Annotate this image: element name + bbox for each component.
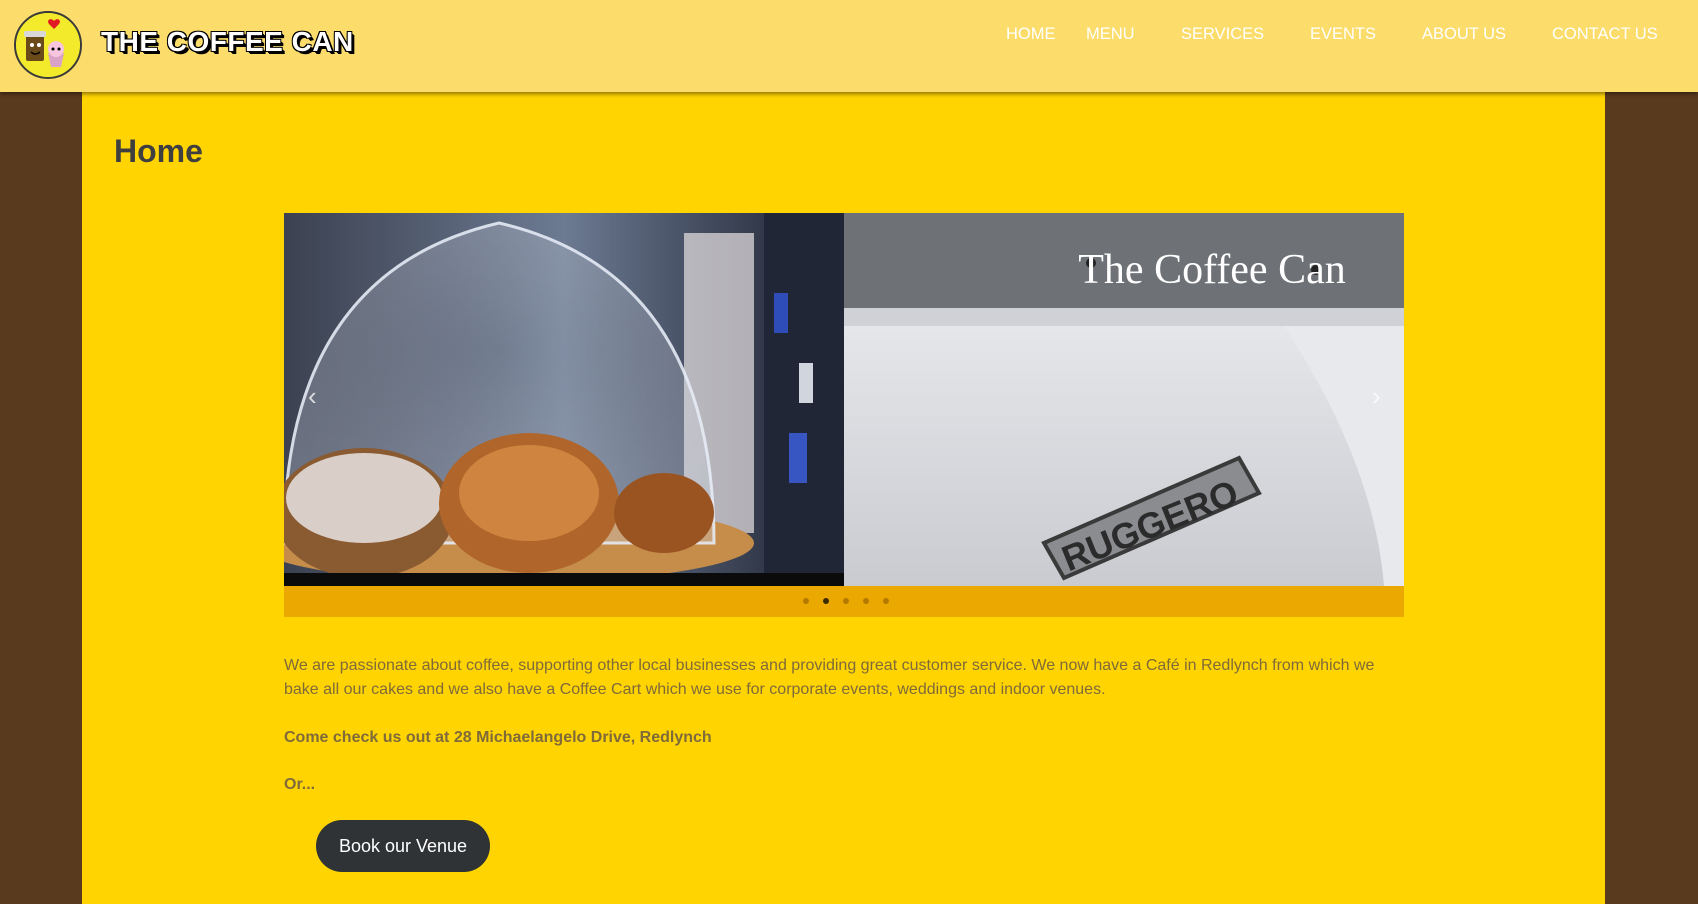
nav-about-us[interactable]: ABOUT US xyxy=(1422,25,1506,44)
carousel-dot-5[interactable] xyxy=(883,598,889,604)
pastries-slide-image xyxy=(284,213,844,586)
site-header: THE COFFEE CAN HOME MENU SERVICES EVENTS… xyxy=(0,0,1698,92)
carousel-dot-1[interactable] xyxy=(803,598,809,604)
image-carousel[interactable]: The Coffee Can RUGGERO ‹ › xyxy=(284,213,1404,586)
coffee-machine-slide-image: The Coffee Can RUGGERO xyxy=(844,213,1404,586)
carousel-next-chevron-icon[interactable]: › xyxy=(1372,383,1381,409)
page-title: Home xyxy=(114,133,203,169)
address-line: Come check us out at 28 Michaelangelo Dr… xyxy=(284,729,712,746)
carousel-dot-4[interactable] xyxy=(863,598,869,604)
or-line: Or... xyxy=(284,776,316,793)
nav-menu[interactable]: MENU xyxy=(1086,25,1135,44)
coffee-can-logo[interactable] xyxy=(14,11,82,79)
nav-home[interactable]: HOME xyxy=(1006,25,1056,44)
nav-contact-us[interactable]: CONTACT US xyxy=(1552,25,1658,44)
content-panel: Home The Coffee Can RUGGERO ‹ › We are p… xyxy=(82,92,1605,904)
carousel-dots xyxy=(284,586,1404,617)
nav-services[interactable]: SERVICES xyxy=(1181,25,1264,44)
carousel-prev-chevron-icon[interactable]: ‹ xyxy=(308,383,317,409)
brand-title[interactable]: THE COFFEE CAN xyxy=(101,26,354,58)
carousel-dot-3[interactable] xyxy=(843,598,849,604)
intro-paragraph: We are passionate about coffee, supporti… xyxy=(284,657,1375,698)
carousel-dot-2[interactable] xyxy=(823,598,829,604)
book-venue-button[interactable]: Book our Venue xyxy=(316,820,490,872)
nav-events[interactable]: EVENTS xyxy=(1310,25,1376,44)
machine-sign-text: The Coffee Can xyxy=(1078,247,1345,293)
